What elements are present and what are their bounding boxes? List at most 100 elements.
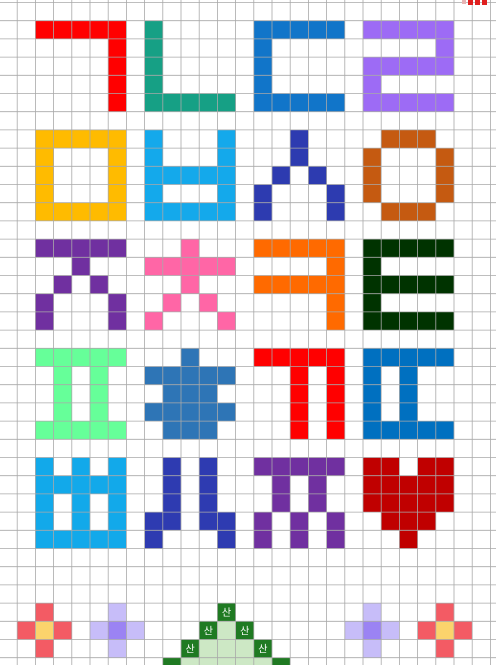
letter-cell — [381, 202, 400, 221]
letter-cell — [308, 457, 327, 476]
letter-cell — [399, 20, 418, 39]
letter-cell — [108, 421, 127, 440]
letter-cell — [326, 239, 345, 258]
letter-cell — [71, 202, 90, 221]
letter-cell — [399, 493, 418, 513]
letter-cell — [90, 475, 109, 494]
letter-cell — [363, 257, 382, 276]
letter-cell — [71, 239, 90, 258]
letter-cell — [290, 421, 309, 440]
letter-cell — [108, 38, 127, 58]
letter-cell — [290, 275, 309, 294]
letter-cell — [363, 293, 382, 312]
letter-cell — [308, 348, 327, 367]
letter-cell — [381, 275, 400, 294]
letter-cell — [144, 202, 163, 221]
letter-cell — [363, 311, 382, 331]
letter-cell — [399, 311, 418, 331]
letter-cell — [381, 421, 400, 440]
letter-cell — [162, 493, 181, 513]
letter-cell — [108, 239, 127, 258]
letter-cell — [199, 366, 218, 385]
letter-cell — [417, 348, 436, 367]
letter-cell — [253, 93, 272, 112]
letter-cell — [71, 493, 90, 513]
letter-cell — [363, 93, 382, 112]
letter-cell — [290, 457, 309, 476]
letter-cell — [35, 148, 54, 167]
mountain-label: 산 — [258, 644, 267, 656]
letter-cell — [308, 239, 327, 258]
letter-cell — [108, 93, 127, 112]
letter-cell — [363, 493, 382, 513]
mountain-inner-cell — [199, 657, 218, 665]
letter-cell — [35, 184, 54, 203]
letter-cell — [199, 384, 218, 403]
letter-cell — [326, 512, 345, 531]
letter-cell — [53, 530, 72, 549]
flower-petal — [363, 603, 382, 622]
flower-petal — [126, 621, 145, 640]
letter-cell — [108, 202, 127, 221]
mountain-edge-cell — [162, 657, 181, 665]
letter-cell — [199, 293, 218, 312]
letter-cell — [253, 457, 272, 476]
letter-cell — [326, 402, 345, 422]
mountain-inner-cell — [217, 639, 236, 658]
letter-cell — [417, 475, 436, 494]
letter-cell — [144, 402, 163, 422]
letter-cell — [144, 57, 163, 76]
letter-cell — [253, 275, 272, 294]
letter-cell — [35, 20, 54, 39]
letter-cell — [35, 512, 54, 531]
letter-cell — [381, 512, 400, 531]
letter-cell — [199, 93, 218, 112]
letter-cell — [435, 475, 454, 494]
letter-cell — [290, 384, 309, 403]
letter-cell — [326, 93, 345, 112]
letter-cell — [417, 512, 436, 531]
letter-cell — [253, 512, 272, 531]
letter-cell — [417, 275, 436, 294]
letter-cell — [363, 275, 382, 294]
letter-cell — [108, 530, 127, 549]
letter-cell — [108, 20, 127, 39]
flower-center — [35, 621, 54, 640]
letter-cell — [435, 457, 454, 476]
letter-cell — [144, 166, 163, 185]
letter-block-12 — [363, 239, 454, 331]
letter-cell — [363, 384, 382, 403]
letter-cell — [108, 293, 127, 312]
letter-cell — [35, 311, 54, 331]
letter-cell — [90, 421, 109, 440]
letter-cell — [399, 129, 418, 149]
letter-cell — [162, 457, 181, 476]
letter-cell — [435, 166, 454, 185]
letter-cell — [381, 239, 400, 258]
letter-cell — [381, 93, 400, 112]
letter-cell — [417, 93, 436, 112]
letter-cell — [181, 257, 200, 276]
letter-cell — [144, 148, 163, 167]
mountain-inner-cell — [217, 621, 236, 640]
letter-cell — [363, 421, 382, 440]
letter-cell — [399, 421, 418, 440]
flower-petal — [363, 639, 382, 658]
letter-cell — [435, 93, 454, 112]
mountain-label: 산 — [240, 625, 249, 637]
letter-cell — [199, 402, 218, 422]
letter-cell — [272, 493, 291, 513]
letter-cell — [290, 93, 309, 112]
letter-cell — [144, 257, 163, 276]
mountain-label: 산 — [204, 625, 213, 637]
letter-cell — [53, 202, 72, 221]
letter-cell — [108, 311, 127, 331]
letter-cell — [144, 38, 163, 58]
letter-cell — [363, 457, 382, 476]
letter-cell — [144, 311, 163, 331]
letter-cell — [435, 184, 454, 203]
letter-cell — [199, 166, 218, 185]
letter-cell — [90, 366, 109, 385]
letter-cell — [363, 402, 382, 422]
letter-cell — [326, 184, 345, 203]
